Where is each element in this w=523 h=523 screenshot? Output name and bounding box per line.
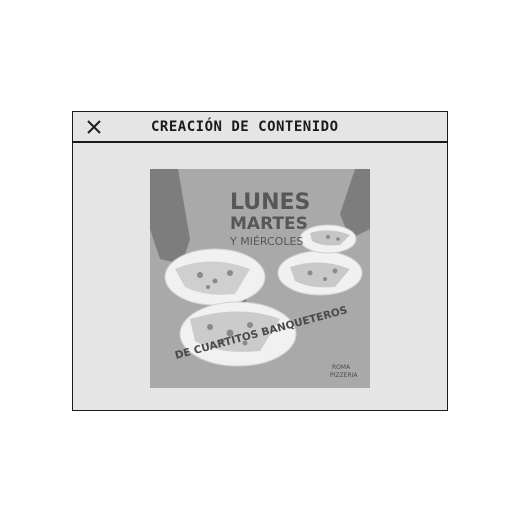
window-titlebar: CREACIÓN DE CONTENIDO <box>73 112 447 143</box>
close-icon <box>87 120 101 134</box>
promo-image: LUNES MARTES Y MIÉRCOLES DE CUARTITOS BA… <box>150 169 370 388</box>
pizza-poster-art: LUNES MARTES Y MIÉRCOLES DE CUARTITOS BA… <box>150 169 370 388</box>
brand-line-1: ROMA <box>332 364 351 371</box>
window-title: CREACIÓN DE CONTENIDO <box>151 119 339 135</box>
brand-line-2: PIZZERIA <box>330 372 358 379</box>
poster-line-3: Y MIÉRCOLES <box>229 235 303 248</box>
poster-line-1: LUNES <box>230 190 310 215</box>
poster-line-2: MARTES <box>230 214 308 234</box>
close-button[interactable] <box>85 118 103 136</box>
content-creation-window: CREACIÓN DE CONTENIDO LUNES MARTES Y MIÉ… <box>72 111 448 411</box>
